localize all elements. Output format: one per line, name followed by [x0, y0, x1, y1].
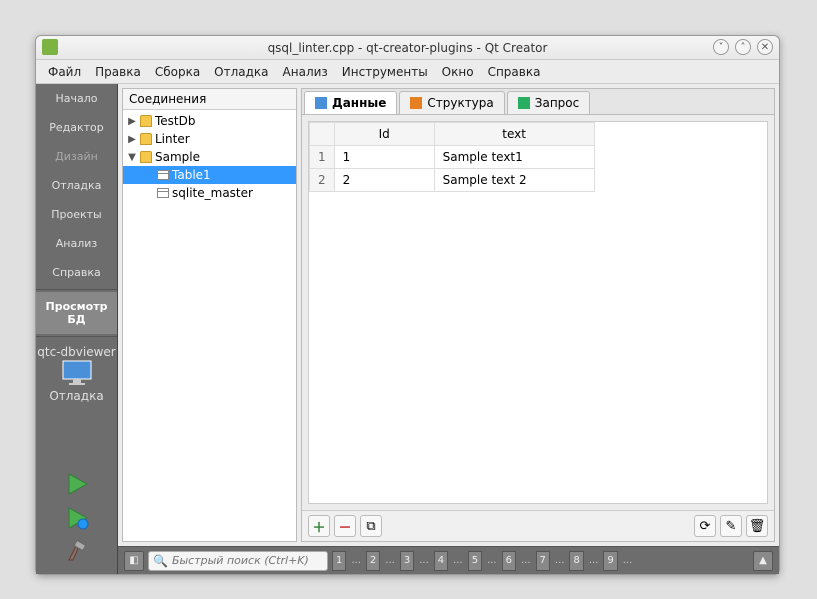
kit-selector[interactable]: qtc-dbviewer Отладка	[36, 339, 117, 409]
database-icon	[140, 115, 152, 127]
run-debug-button[interactable]	[65, 506, 89, 530]
data-table-area[interactable]: Id text 1 1 Sample text1 2	[308, 121, 768, 504]
cell[interactable]: Sample text 2	[434, 169, 594, 192]
structure-icon	[410, 97, 422, 109]
expand-icon[interactable]: ▶	[127, 134, 137, 145]
output-pane-9[interactable]: 9	[603, 551, 617, 571]
database-icon	[140, 151, 152, 163]
tab-data[interactable]: Данные	[304, 91, 397, 114]
menu-window[interactable]: Окно	[436, 62, 480, 82]
titlebar: qsql_linter.cpp - qt-creator-plugins - Q…	[36, 36, 779, 60]
run-button[interactable]	[65, 472, 89, 496]
column-header[interactable]: text	[434, 123, 594, 146]
status-bar: ◧ 🔍 1... 2... 3... 4... 5... 6... 7... 8…	[118, 546, 779, 574]
output-pane-4[interactable]: 4	[434, 551, 448, 571]
collapse-icon[interactable]: ▼	[127, 152, 137, 163]
quick-search[interactable]: 🔍	[148, 551, 328, 571]
tab-structure[interactable]: Структура	[399, 91, 504, 114]
add-row-button[interactable]: ＋	[308, 515, 330, 537]
mode-analyze[interactable]: Анализ	[36, 229, 117, 258]
menu-build[interactable]: Сборка	[149, 62, 206, 82]
row-number: 2	[310, 169, 335, 192]
data-icon	[315, 97, 327, 109]
mode-design: Дизайн	[36, 142, 117, 171]
tree-item-table[interactable]: Table1	[123, 166, 296, 184]
build-button[interactable]	[65, 540, 89, 564]
delete-row-button[interactable]: －	[334, 515, 356, 537]
edit-button[interactable]: ✎	[720, 515, 742, 537]
query-icon	[518, 97, 530, 109]
row-number: 1	[310, 146, 335, 169]
data-table: Id text 1 1 Sample text1 2	[309, 122, 595, 192]
menu-debug[interactable]: Отладка	[208, 62, 274, 82]
mode-projects[interactable]: Проекты	[36, 200, 117, 229]
search-input[interactable]	[172, 554, 323, 567]
mode-db-view[interactable]: Просмотр БД	[36, 292, 117, 334]
menu-file[interactable]: Файл	[42, 62, 87, 82]
tree-item-table[interactable]: sqlite_master	[123, 184, 296, 202]
menu-edit[interactable]: Правка	[89, 62, 147, 82]
connections-tree[interactable]: ▶TestDb ▶Linter ▼Sample Table1 sqlite_ma…	[123, 110, 296, 541]
collapse-output-button[interactable]: ▲	[753, 551, 773, 571]
column-header[interactable]: Id	[334, 123, 434, 146]
tree-item-db[interactable]: ▶Linter	[123, 130, 296, 148]
output-pane-1[interactable]: 1	[332, 551, 346, 571]
output-pane-8[interactable]: 8	[569, 551, 583, 571]
cell[interactable]: 1	[334, 146, 434, 169]
app-window: qsql_linter.cpp - qt-creator-plugins - Q…	[35, 35, 780, 575]
cell[interactable]: 2	[334, 169, 434, 192]
tab-bar: Данные Структура Запрос	[302, 89, 774, 115]
mode-debug[interactable]: Отладка	[36, 171, 117, 200]
mode-help[interactable]: Справка	[36, 258, 117, 287]
output-pane-3[interactable]: 3	[400, 551, 414, 571]
connections-pane: Соединения ▶TestDb ▶Linter ▼Sample Table…	[122, 88, 297, 542]
cell[interactable]: Sample text1	[434, 146, 594, 169]
menu-help[interactable]: Справка	[482, 62, 547, 82]
data-pane: Данные Структура Запрос Id text	[301, 88, 775, 542]
mode-welcome[interactable]: Начало	[36, 84, 117, 113]
search-icon: 🔍	[153, 554, 168, 568]
tab-query[interactable]: Запрос	[507, 91, 590, 114]
copy-button[interactable]: ⧉	[360, 515, 382, 537]
output-pane-7[interactable]: 7	[536, 551, 550, 571]
mode-sidebar: Начало Редактор Дизайн Отладка Проекты А…	[36, 84, 118, 574]
menu-tools[interactable]: Инструменты	[336, 62, 434, 82]
row-header-corner	[310, 123, 335, 146]
monitor-icon	[59, 359, 95, 387]
app-icon	[42, 39, 58, 55]
tree-item-db[interactable]: ▼Sample	[123, 148, 296, 166]
output-pane-2[interactable]: 2	[366, 551, 380, 571]
table-icon	[157, 170, 169, 180]
output-pane-6[interactable]: 6	[502, 551, 516, 571]
menubar: Файл Правка Сборка Отладка Анализ Инстру…	[36, 60, 779, 84]
tree-item-db[interactable]: ▶TestDb	[123, 112, 296, 130]
trash-button[interactable]: 🗑	[746, 515, 768, 537]
connections-header: Соединения	[123, 89, 296, 110]
output-pane-5[interactable]: 5	[468, 551, 482, 571]
close-button[interactable]: ✕	[757, 39, 773, 55]
expand-icon[interactable]: ▶	[127, 116, 137, 127]
table-icon	[157, 188, 169, 198]
refresh-button[interactable]: ⟳	[694, 515, 716, 537]
maximize-button[interactable]: ˄	[735, 39, 751, 55]
minimize-button[interactable]: ˅	[713, 39, 729, 55]
mode-editor[interactable]: Редактор	[36, 113, 117, 142]
table-row[interactable]: 2 2 Sample text 2	[310, 169, 595, 192]
data-toolbar: ＋ － ⧉ ⟳ ✎ 🗑	[302, 510, 774, 541]
toggle-sidebar-button[interactable]: ◧	[124, 551, 144, 571]
database-icon	[140, 133, 152, 145]
window-title: qsql_linter.cpp - qt-creator-plugins - Q…	[268, 41, 548, 55]
menu-analyze[interactable]: Анализ	[277, 62, 334, 82]
table-row[interactable]: 1 1 Sample text1	[310, 146, 595, 169]
